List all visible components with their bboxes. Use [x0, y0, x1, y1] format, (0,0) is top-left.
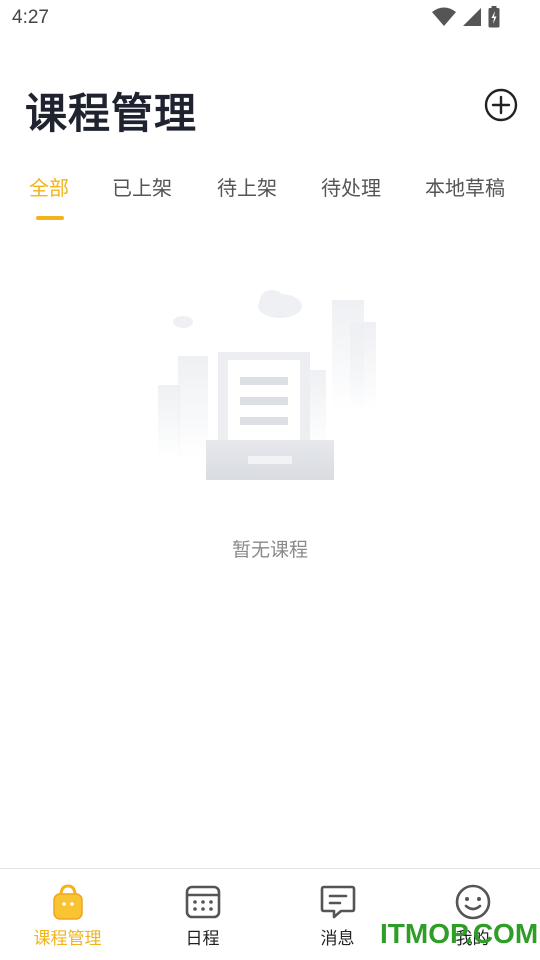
plus-circle-icon	[484, 88, 518, 122]
status-time: 4:27	[12, 7, 49, 28]
watermark: ITMOP.COM	[380, 918, 539, 949]
status-bar: 4:27	[0, 0, 540, 36]
nav-label: 日程	[185, 929, 220, 949]
tab-pending-listing[interactable]: 待上架	[217, 172, 277, 201]
signal-icon	[463, 8, 481, 26]
wifi-icon	[432, 7, 456, 26]
tab-all[interactable]: 全部	[29, 172, 69, 201]
status-icons	[432, 6, 500, 28]
bag-icon	[52, 884, 83, 920]
tab-indicator	[36, 216, 64, 220]
status-tabs: 全部 已上架 待上架 待处理 本地草稿	[0, 172, 540, 222]
page-title: 课程管理	[25, 89, 198, 138]
empty-state-text: 暂无课程	[231, 539, 308, 561]
tab-local-drafts[interactable]: 本地草稿	[425, 172, 505, 201]
nav-label: 课程管理	[33, 929, 102, 949]
empty-box-illustration	[158, 290, 376, 480]
add-course-button[interactable]	[484, 88, 518, 122]
tab-listed[interactable]: 已上架	[112, 172, 172, 201]
smiley-icon	[455, 884, 490, 920]
nav-label: 消息	[320, 929, 355, 949]
battery-icon	[488, 6, 500, 28]
nav-schedule[interactable]: 日程	[135, 883, 270, 949]
message-icon	[320, 885, 355, 919]
calendar-icon	[185, 885, 220, 919]
nav-course-management[interactable]: 课程管理	[0, 883, 135, 949]
tab-pending-processing[interactable]: 待处理	[321, 172, 381, 201]
